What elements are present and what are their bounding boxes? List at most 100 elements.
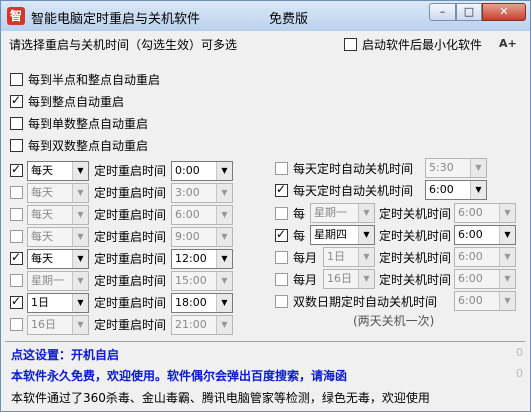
instruction-text: 请选择重启与关机时间（勾选生效）可多选 (9, 38, 238, 52)
restart-time-select[interactable]: 3:00 ▼ (171, 183, 233, 203)
shutdown-periodic-prefix: 每月 (293, 251, 318, 265)
restart-time-select[interactable]: 9:00 ▼ (171, 227, 233, 247)
restart-row-checkbox[interactable] (10, 294, 23, 309)
autostart-link[interactable]: 点这设置：开机自启 (11, 348, 119, 362)
restart-time-label: 定时重启时间 (94, 318, 167, 332)
counter-top: 0 (516, 346, 523, 359)
restart-row-checkbox[interactable] (10, 186, 23, 199)
shutdown-time-select[interactable]: 6:00 ▼ (454, 225, 516, 245)
shutdown-frequency-select[interactable]: 星期一 ▼ (310, 203, 375, 223)
shutdown-time-select[interactable]: 6:00 ▼ (454, 269, 516, 289)
chevron-down-icon: ▼ (72, 250, 88, 268)
chevron-down-icon: ▼ (216, 250, 232, 268)
font-size-icon[interactable]: A+ (499, 37, 517, 50)
chevron-down-icon: ▼ (72, 272, 88, 290)
shutdown-periodic-checkbox[interactable] (275, 273, 288, 286)
shutdown-periodic-prefix: 每 (293, 229, 306, 243)
restart-row-checkbox[interactable] (10, 208, 23, 221)
restart-frequency-select[interactable]: 16日 ▼ (27, 315, 89, 335)
shutdown-periodic-label: 定时关机时间 (379, 229, 452, 243)
counter-bottom: 0 (516, 367, 523, 380)
shutdown-periodic-prefix: 每 (293, 207, 306, 221)
restart-time-select[interactable]: 6:00 ▼ (171, 205, 233, 225)
shutdown-even-day-label: 双数日期定时自动关机时间 (293, 295, 438, 309)
shutdown-even-day-note: (两天关机一次) (353, 314, 435, 328)
shutdown-daily-checkbox[interactable] (275, 162, 288, 175)
chevron-down-icon: ▼ (499, 226, 515, 244)
minimize-on-start-checkbox[interactable] (344, 38, 357, 51)
shutdown-time-select[interactable]: 6:00 ▼ (454, 291, 516, 311)
chevron-down-icon: ▼ (499, 292, 515, 310)
restart-time-label: 定时重启时间 (94, 252, 167, 266)
restart-row-checkbox[interactable] (10, 162, 23, 177)
footer-divider (5, 341, 525, 342)
shutdown-periodic-checkbox[interactable] (275, 207, 288, 220)
restart-frequency-select[interactable]: 每天 ▼ (27, 249, 89, 269)
minimize-on-start-label: 启动软件后最小化软件 (362, 38, 483, 52)
shutdown-frequency-select[interactable]: 1日 ▼ (323, 247, 375, 267)
restart-time-label: 定时重启时间 (94, 186, 167, 200)
restart-frequency-select[interactable]: 1日 ▼ (27, 293, 89, 313)
restart-time-label: 定时重启时间 (94, 230, 167, 244)
restart-time-label: 定时重启时间 (94, 208, 167, 222)
restart-time-select[interactable]: 21:00 ▼ (171, 315, 233, 335)
chevron-down-icon: ▼ (72, 162, 88, 180)
shutdown-time-select[interactable]: 6:00 ▼ (454, 203, 516, 223)
chevron-down-icon: ▼ (358, 226, 374, 244)
shutdown-time-select[interactable]: 5:30 ▼ (425, 158, 487, 178)
shutdown-even-day-checkbox[interactable] (275, 295, 288, 308)
restart-time-select[interactable]: 12:00 ▼ (171, 249, 233, 269)
shutdown-daily-label: 每天定时自动关机时间 (293, 184, 414, 198)
restart-row-checkbox[interactable] (10, 250, 23, 265)
restart-time-select[interactable]: 18:00 ▼ (171, 293, 233, 313)
restart-frequency-select[interactable]: 每天 ▼ (27, 183, 89, 203)
shutdown-time-select[interactable]: 6:00 ▼ (454, 247, 516, 267)
restart-time-select[interactable]: 0:00 ▼ (171, 161, 233, 181)
chevron-down-icon: ▼ (72, 228, 88, 246)
hourly-option-checkbox[interactable] (10, 93, 23, 108)
restart-time-label: 定时重启时间 (94, 274, 167, 288)
chevron-down-icon: ▼ (499, 248, 515, 266)
chevron-down-icon: ▼ (358, 204, 374, 222)
restart-frequency-select[interactable]: 星期一 ▼ (27, 271, 89, 291)
chevron-down-icon: ▼ (216, 316, 232, 334)
restart-time-label: 定时重启时间 (94, 164, 167, 178)
shutdown-time-select[interactable]: 6:00 ▼ (425, 180, 487, 200)
chevron-down-icon: ▼ (216, 184, 232, 202)
chevron-down-icon: ▼ (470, 159, 486, 177)
chevron-down-icon: ▼ (72, 206, 88, 224)
minimize-button[interactable]: – (429, 3, 456, 21)
shutdown-frequency-select[interactable]: 16日 ▼ (323, 269, 375, 289)
restart-time-select[interactable]: 15:00 ▼ (171, 271, 233, 291)
hourly-option-label: 每到双数整点自动重启 (28, 139, 149, 153)
chevron-down-icon: ▼ (72, 184, 88, 202)
chevron-down-icon: ▼ (470, 181, 486, 199)
restart-frequency-select[interactable]: 每天 ▼ (27, 161, 89, 181)
shutdown-daily-checkbox[interactable] (275, 182, 288, 197)
maximize-button[interactable]: □ (456, 3, 482, 21)
hourly-option-label: 每到半点和整点自动重启 (28, 73, 161, 87)
restart-time-label: 定时重启时间 (94, 296, 167, 310)
hourly-option-checkbox[interactable] (10, 139, 23, 152)
shutdown-periodic-checkbox[interactable] (275, 251, 288, 264)
window-title: 智能电脑定时重启与关机软件 (31, 12, 201, 27)
hourly-option-label: 每到整点自动重启 (28, 95, 125, 109)
shutdown-periodic-checkbox[interactable] (275, 227, 288, 242)
shutdown-daily-label: 每天定时自动关机时间 (293, 162, 414, 176)
hourly-option-checkbox[interactable] (10, 73, 23, 86)
restart-row-checkbox[interactable] (10, 274, 23, 287)
close-button[interactable]: ✕ (482, 3, 526, 21)
restart-row-checkbox[interactable] (10, 318, 23, 331)
restart-row-checkbox[interactable] (10, 230, 23, 243)
hourly-option-checkbox[interactable] (10, 117, 23, 130)
chevron-down-icon: ▼ (499, 270, 515, 288)
app-icon: 智 (7, 7, 25, 25)
restart-frequency-select[interactable]: 每天 ▼ (27, 227, 89, 247)
chevron-down-icon: ▼ (499, 204, 515, 222)
security-notice: 本软件通过了360杀毒、金山毒霸、腾讯电脑管家等检测，绿色无毒，欢迎使用 (11, 391, 430, 405)
shutdown-periodic-label: 定时关机时间 (379, 207, 452, 221)
chevron-down-icon: ▼ (358, 248, 374, 266)
chevron-down-icon: ▼ (216, 294, 232, 312)
shutdown-frequency-select[interactable]: 星期四 ▼ (310, 225, 375, 245)
restart-frequency-select[interactable]: 每天 ▼ (27, 205, 89, 225)
